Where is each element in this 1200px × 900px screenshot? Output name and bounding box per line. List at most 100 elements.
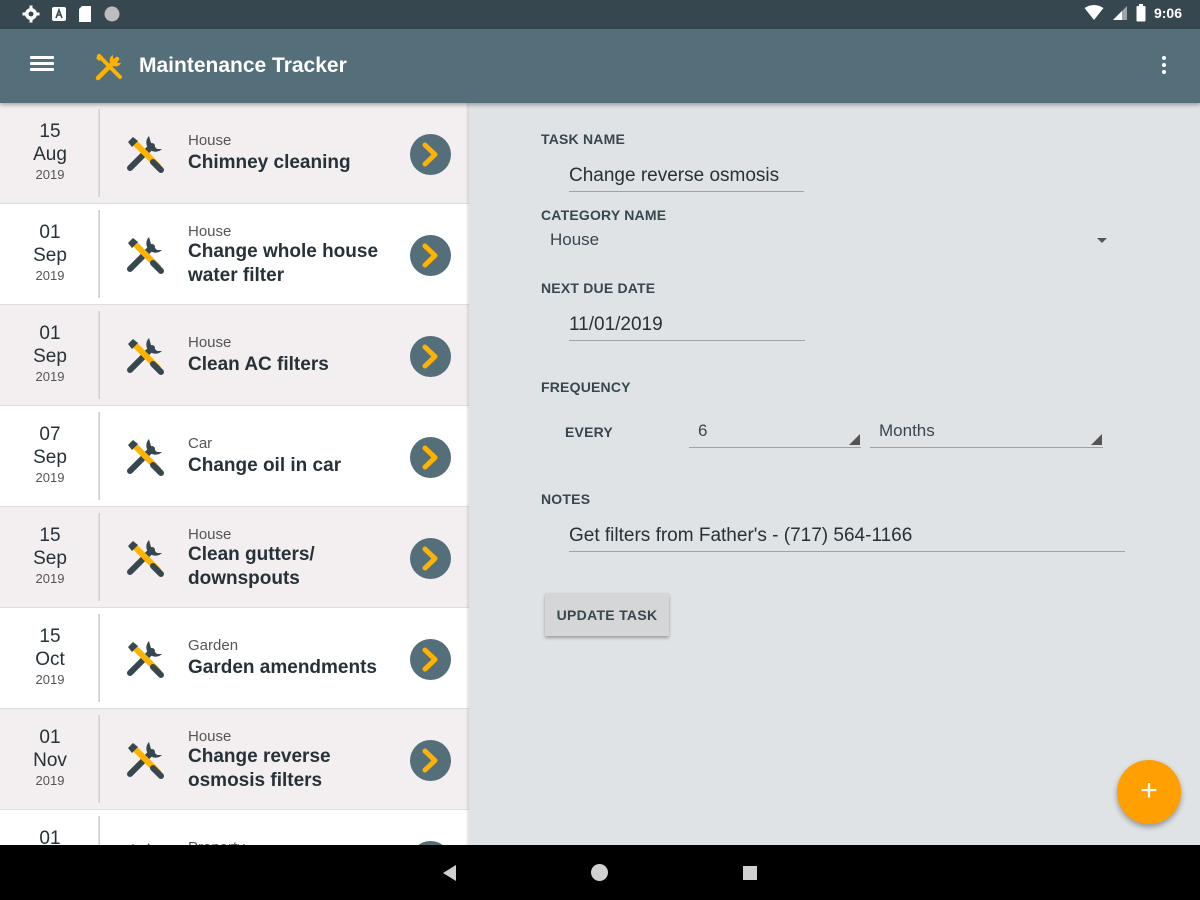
next-due-date-label: NEXT DUE DATE xyxy=(541,280,656,296)
spinner-arrow-icon xyxy=(1091,434,1102,445)
task-category: House xyxy=(188,223,232,240)
task-row[interactable]: 07 Sep 2019 Car Change oil in car xyxy=(0,406,469,507)
app-title: Maintenance Tracker xyxy=(139,54,347,77)
open-task-button[interactable] xyxy=(410,538,451,579)
chevron-right-icon xyxy=(422,142,438,167)
task-name-label: TASK NAME xyxy=(541,131,625,147)
app-bar: Maintenance Tracker xyxy=(0,29,1200,103)
task-title: Change reverse osmosis filters xyxy=(188,746,331,791)
status-bar-notifications xyxy=(22,5,121,23)
navigation-bar xyxy=(0,845,1200,900)
task-row[interactable]: 01 Property xyxy=(0,810,469,845)
frequency-unit-value: Months xyxy=(879,421,935,440)
task-date-day: 01 xyxy=(39,828,61,845)
dropdown-arrow-icon[interactable] xyxy=(1097,238,1107,243)
task-category: Car xyxy=(188,435,213,452)
wrench-screwdriver-icon xyxy=(127,742,164,779)
task-date-day: 15 xyxy=(39,121,61,142)
task-name-input[interactable]: Change reverse osmosis xyxy=(569,165,804,192)
frequency-label: FREQUENCY xyxy=(541,379,631,395)
open-task-button[interactable] xyxy=(410,639,451,680)
task-date-day: 15 xyxy=(39,525,61,546)
wifi-icon xyxy=(1084,5,1104,20)
task-title: Garden amendments xyxy=(188,657,377,678)
chevron-right-icon xyxy=(422,243,438,268)
task-title: Change whole house water filter xyxy=(188,241,379,286)
chevron-right-icon xyxy=(422,344,438,369)
spinner-arrow-icon xyxy=(849,434,860,445)
category-select[interactable]: House xyxy=(550,230,599,250)
task-date-year: 2019 xyxy=(35,672,65,687)
task-row[interactable]: 15 Oct 2019 Garden Garden amendments xyxy=(0,608,469,709)
task-category: House xyxy=(188,132,232,149)
notes-label: NOTES xyxy=(541,491,591,507)
frequency-count-spinner[interactable]: 6 xyxy=(689,417,861,448)
wrench-screwdriver-icon xyxy=(127,136,164,173)
task-date-month: Oct xyxy=(35,649,65,670)
wrench-screwdriver-icon xyxy=(127,237,164,274)
task-title: Clean gutters/ downspouts xyxy=(188,544,315,589)
task-date-month: Sep xyxy=(33,245,67,266)
task-date-year: 2019 xyxy=(35,369,65,384)
open-task-button[interactable] xyxy=(410,740,451,781)
chevron-right-icon xyxy=(422,445,438,470)
status-bar: 9:06 xyxy=(0,0,1200,29)
task-date-month: Nov xyxy=(33,750,67,771)
task-title: Change oil in car xyxy=(188,455,342,476)
task-category: House xyxy=(188,728,232,745)
menu-icon xyxy=(30,56,54,59)
task-date-year: 2019 xyxy=(35,571,65,586)
frequency-unit-spinner[interactable]: Months xyxy=(870,417,1103,448)
task-row[interactable]: 15 Aug 2019 House Chimney cleaning xyxy=(0,103,469,204)
task-title: Clean AC filters xyxy=(188,354,329,375)
open-task-button[interactable] xyxy=(410,134,451,175)
task-date-day: 01 xyxy=(39,727,61,748)
wrench-screwdriver-icon xyxy=(127,338,164,375)
task-date-day: 15 xyxy=(39,626,61,647)
circle-notification-icon xyxy=(104,6,120,22)
task-row[interactable]: 01 Sep 2019 House Clean AC filters xyxy=(0,305,469,406)
task-date: 01 xyxy=(0,810,100,845)
task-date: 15 Aug 2019 xyxy=(0,103,100,203)
open-task-button[interactable] xyxy=(410,437,451,478)
task-date: 15 Oct 2019 xyxy=(0,608,100,708)
task-date: 15 Sep 2019 xyxy=(0,507,100,607)
recent-apps-icon[interactable] xyxy=(743,866,757,880)
task-date: 01 Nov 2019 xyxy=(0,709,100,809)
category-name-label: CATEGORY NAME xyxy=(541,207,667,223)
task-row[interactable]: 15 Sep 2019 House Clean gutters/ downspo… xyxy=(0,507,469,608)
task-title: Chimney cleaning xyxy=(188,152,351,173)
hamburger-menu-button[interactable] xyxy=(24,53,60,81)
task-row[interactable]: 01 Nov 2019 House Change reverse osmosis… xyxy=(0,709,469,810)
next-due-date-input[interactable]: 11/01/2019 xyxy=(569,314,805,341)
wrench-screwdriver-icon xyxy=(127,439,164,476)
chevron-right-icon xyxy=(422,647,438,672)
tools-icon xyxy=(95,54,122,81)
task-date-month: Sep xyxy=(33,447,67,468)
task-row[interactable]: 01 Sep 2019 House Change whole house wat… xyxy=(0,204,469,305)
add-task-button[interactable]: + xyxy=(1117,760,1181,824)
sd-card-icon xyxy=(79,6,91,22)
chevron-right-icon xyxy=(422,546,438,571)
update-task-button[interactable]: UPDATE TASK xyxy=(545,593,669,636)
task-list[interactable]: 15 Aug 2019 House Chimney cleaning 01 Se… xyxy=(0,103,469,845)
home-icon[interactable] xyxy=(591,864,608,881)
open-task-button[interactable] xyxy=(410,336,451,377)
status-time: 9:06 xyxy=(1153,5,1182,21)
frequency-count-value: 6 xyxy=(698,421,708,440)
task-date: 01 Sep 2019 xyxy=(0,305,100,405)
open-task-button[interactable] xyxy=(410,235,451,276)
task-date: 01 Sep 2019 xyxy=(0,204,100,304)
task-detail-form: TASK NAME Change reverse osmosis CATEGOR… xyxy=(469,103,1200,845)
notes-input[interactable]: Get filters from Father's - (717) 564-11… xyxy=(569,525,1125,552)
overflow-menu-button[interactable] xyxy=(1152,53,1176,81)
task-date-year: 2019 xyxy=(35,470,65,485)
wrench-screwdriver-icon xyxy=(127,540,164,577)
back-icon[interactable] xyxy=(441,864,457,882)
task-date-year: 2019 xyxy=(35,167,65,182)
task-category: Garden xyxy=(188,637,239,654)
task-date-month: Sep xyxy=(33,548,67,569)
task-date-month: Aug xyxy=(33,144,67,165)
task-date: 07 Sep 2019 xyxy=(0,406,100,506)
every-label: EVERY xyxy=(565,424,613,440)
